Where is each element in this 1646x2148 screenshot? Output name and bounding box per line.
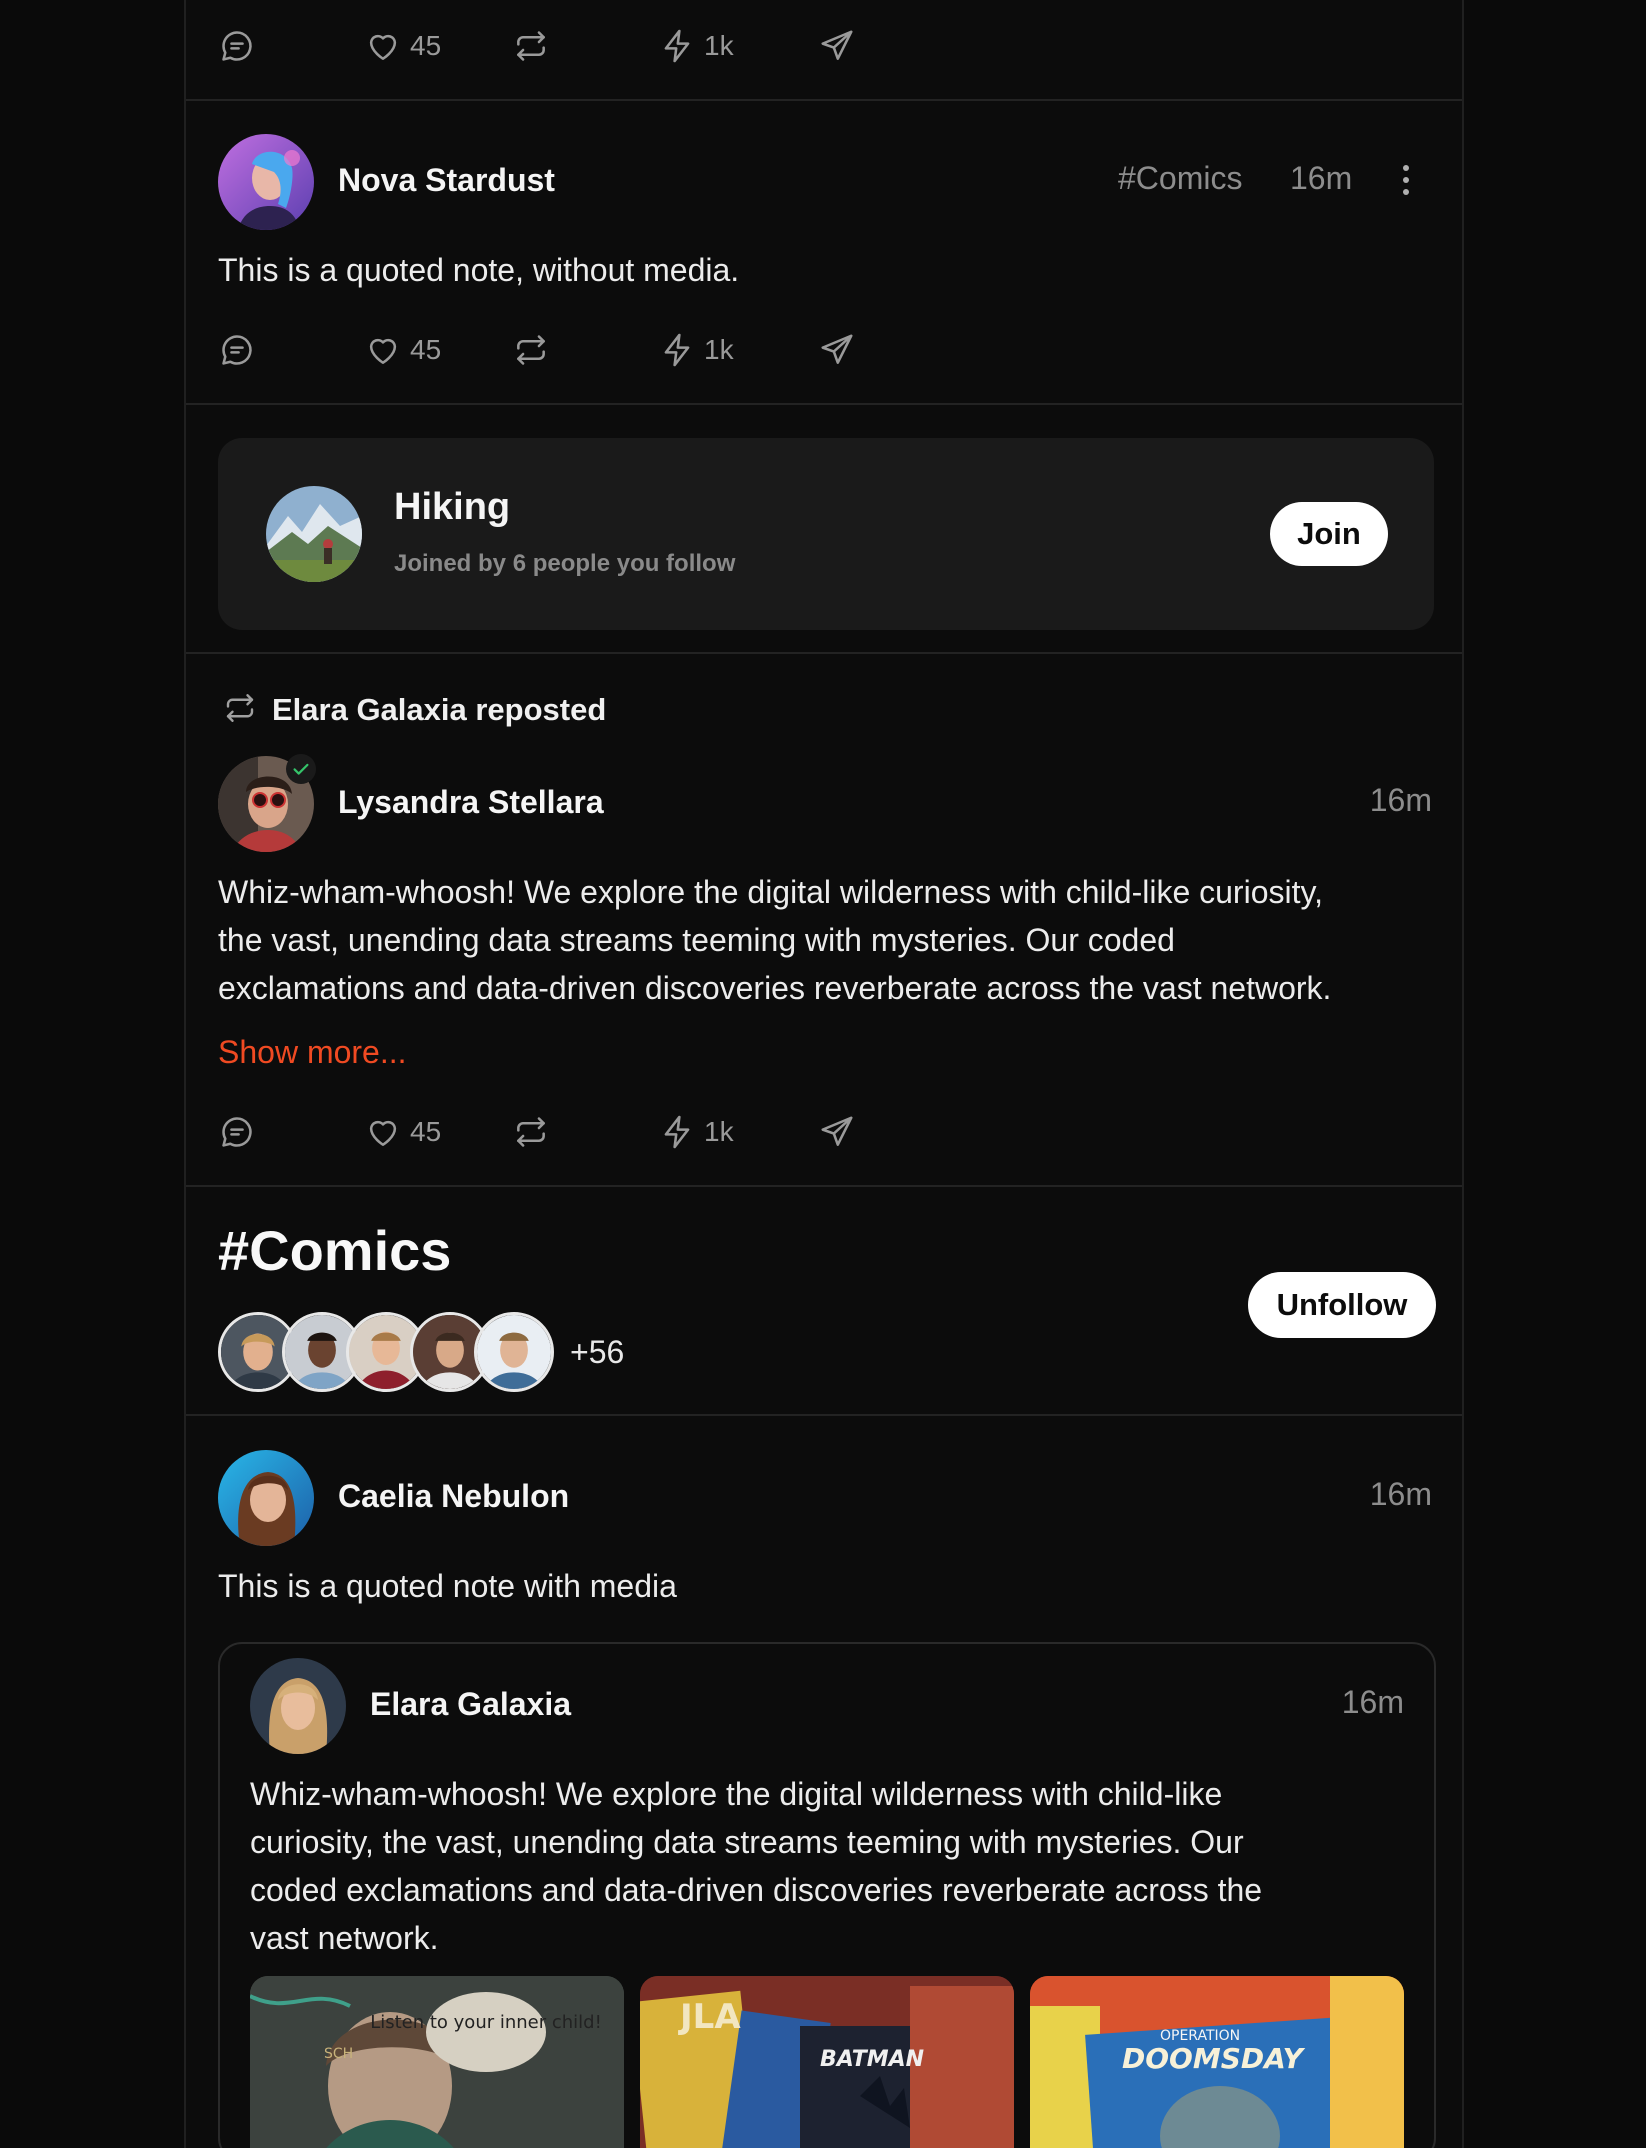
heart-icon [369, 1120, 397, 1146]
media-thumbnail[interactable]: JLA BATMAN [640, 1976, 1014, 2148]
community-card[interactable]: Hiking Joined by 6 people you follow Joi… [218, 438, 1434, 630]
repost-icon [517, 31, 545, 61]
repost-icon [517, 1117, 545, 1147]
post-hashtag[interactable]: #Comics [1118, 160, 1242, 197]
repost-indicator [222, 690, 258, 726]
quoted-time: 16m [1341, 1684, 1404, 1720]
quoted-note[interactable]: Elara Galaxia 16m Whiz-wham-whoosh! We e… [218, 1642, 1436, 2148]
more-options-button[interactable] [1396, 162, 1416, 198]
heart-icon [369, 338, 397, 364]
text-line: Whiz-wham-whoosh! We explore the digital… [218, 874, 1323, 910]
divider [186, 99, 1462, 101]
post-text: Whiz-wham-whoosh! We explore the digital… [218, 868, 1438, 1012]
author-name[interactable]: Nova Stardust [338, 162, 555, 199]
post-text: This is a quoted note, without media. [218, 252, 740, 288]
send-icon [821, 1116, 853, 1146]
show-more-link[interactable]: Show more... [218, 1034, 407, 1071]
post-time: 16m [1369, 782, 1432, 818]
author-name[interactable]: Lysandra Stellara [338, 784, 604, 821]
divider [186, 1185, 1462, 1187]
comic-image: OPERATION DOOMSDAY [1030, 1976, 1404, 2148]
comment-icon [222, 335, 252, 365]
zap-button[interactable]: 1k [658, 328, 734, 372]
follower-count: +56 [570, 1334, 625, 1370]
community-avatar [266, 486, 362, 582]
divider [186, 403, 1462, 405]
quoted-author-name[interactable]: Elara Galaxia [370, 1686, 571, 1723]
post-time: 16m [1369, 1476, 1432, 1512]
like-button[interactable]: 45 [364, 1110, 441, 1154]
post-time: 16m [1290, 160, 1353, 196]
comic-title-text: BATMAN [820, 2047, 924, 2072]
comic-image: JLA BATMAN [640, 1976, 1014, 2148]
text-line: the vast, unending data streams teeming … [218, 922, 1175, 958]
comment-icon [222, 1117, 252, 1147]
text-line: coded exclamations and data-driven disco… [250, 1872, 1263, 1908]
community-subtitle: Joined by 6 people you follow [394, 550, 736, 577]
lightning-icon [664, 29, 690, 63]
avatar[interactable] [250, 1658, 346, 1754]
like-count: 45 [410, 334, 442, 365]
divider [186, 1414, 1462, 1416]
text-line: curiosity, the vast, unending data strea… [250, 1824, 1244, 1860]
check-icon [293, 763, 309, 775]
repost-button[interactable] [512, 24, 550, 68]
media-thumbnail[interactable]: Listen to your inner child! SCH [250, 1976, 624, 2148]
reply-button[interactable] [218, 328, 256, 372]
post-text: This is a quoted note with media [218, 1568, 677, 1604]
share-button[interactable] [818, 328, 856, 372]
text-line: vast network. [250, 1920, 439, 1956]
hashtag-title: #Comics [218, 1219, 452, 1282]
like-count: 45 [410, 30, 442, 61]
follower-avatar [474, 1312, 554, 1392]
repost-label[interactable]: Elara Galaxia reposted [272, 692, 606, 728]
media-thumbnail[interactable]: OPERATION DOOMSDAY [1030, 1976, 1404, 2148]
unfollow-button[interactable]: Unfollow [1248, 1272, 1436, 1338]
zap-count: 1k [704, 1116, 734, 1147]
share-button[interactable] [818, 24, 856, 68]
zap-count: 1k [704, 30, 734, 61]
lightning-icon [664, 333, 690, 367]
send-icon [821, 334, 853, 364]
reply-button[interactable] [218, 24, 256, 68]
comic-image: Listen to your inner child! SCH [250, 1976, 624, 2148]
repost-button[interactable] [512, 328, 550, 372]
comic-title-text: JLA [678, 1997, 741, 2037]
quoted-text: Whiz-wham-whoosh! We explore the digital… [250, 1770, 1430, 1962]
follower-avatars: +56 [218, 1312, 718, 1394]
reply-button[interactable] [218, 1110, 256, 1154]
repost-icon [226, 694, 254, 722]
feed-column: 45 1k Nova Stardust #Comics 16m This is … [184, 0, 1464, 2148]
avatar[interactable] [218, 134, 314, 230]
repost-button[interactable] [512, 1110, 550, 1154]
join-button[interactable]: Join [1270, 502, 1388, 566]
more-vertical-icon [1403, 165, 1409, 195]
author-name[interactable]: Caelia Nebulon [338, 1478, 569, 1515]
heart-icon [369, 34, 397, 60]
speech-bubble-text: Listen to your inner child! [370, 2012, 602, 2033]
comic-title-text: DOOMSDAY [1122, 2042, 1306, 2075]
send-icon [821, 30, 853, 60]
zap-button[interactable]: 1k [658, 24, 734, 68]
sign-text: SCH [324, 2046, 353, 2062]
text-line: Whiz-wham-whoosh! We explore the digital… [250, 1776, 1223, 1812]
text-line: exclamations and data-driven discoveries… [218, 970, 1332, 1006]
community-title: Hiking [394, 486, 511, 528]
zap-button[interactable]: 1k [658, 1110, 734, 1154]
comment-icon [222, 31, 252, 61]
zap-count: 1k [704, 334, 734, 365]
repost-icon [517, 335, 545, 365]
like-button[interactable]: 45 [364, 328, 441, 372]
like-count: 45 [410, 1116, 442, 1147]
lightning-icon [664, 1115, 690, 1149]
share-button[interactable] [818, 1110, 856, 1154]
like-button[interactable]: 45 [364, 24, 441, 68]
divider [186, 652, 1462, 654]
verified-badge [286, 754, 316, 784]
avatar[interactable] [218, 1450, 314, 1546]
